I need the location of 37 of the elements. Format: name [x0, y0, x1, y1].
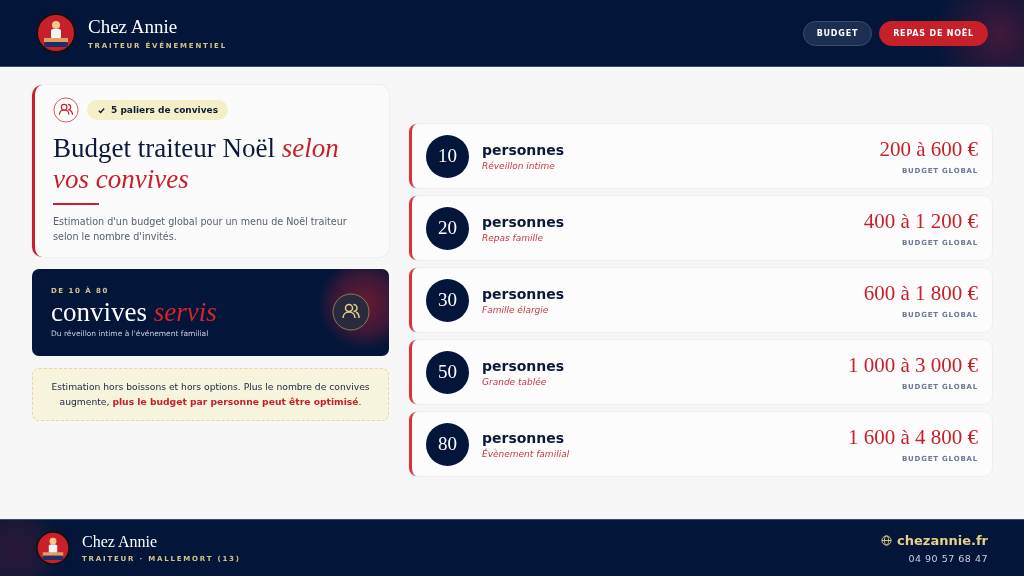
brand-name: Chez Annie	[88, 16, 179, 38]
globe-icon	[881, 534, 893, 546]
guest-count: 20	[426, 206, 469, 250]
guest-count: 30	[426, 278, 469, 322]
price-range: 200 à 600 €	[879, 137, 978, 162]
tier-occasion: Famille élargie	[482, 304, 550, 315]
tier-label: personnes	[482, 213, 566, 230]
tier-occasion: Évènement familial	[482, 448, 571, 459]
tier-label: personnes	[482, 357, 566, 374]
people-icon	[53, 97, 79, 123]
intro-text: Estimation d'un budget global pour un menu de Noël traiteur selon le nombre d'invités.	[53, 215, 348, 244]
tier-occasion: Repas famille	[482, 232, 545, 243]
tier-occasion: Grande tablée	[482, 376, 548, 387]
price-range: 400 à 1 200 €	[863, 209, 978, 234]
price-range: 1 000 à 3 000 €	[847, 353, 978, 378]
check-icon	[97, 105, 106, 115]
website-link[interactable]: chezannie.fr	[897, 532, 988, 548]
logo-icon	[36, 13, 76, 53]
page-title: Budget traiteur Noël selon vos convives	[53, 133, 340, 196]
nav-button[interactable]: REPAS DE NOËL	[879, 20, 988, 46]
tier-label: personnes	[482, 285, 566, 302]
phone-number: 04 90 57 68 47	[908, 552, 988, 564]
tier-count-badge: 5 paliers de convives	[87, 100, 228, 120]
tier-occasion: Réveillon intime	[482, 160, 556, 171]
guest-count: 50	[426, 350, 469, 394]
price-range: 600 à 1 800 €	[863, 281, 978, 306]
brand-name: Chez Annie	[82, 533, 159, 551]
price-range: 1 600 à 4 800 €	[847, 425, 978, 450]
estimate-note: Estimation hors boissons et hors options. Plus le nombre de convives augmente, plus le budget par personne peut être optimisé.	[32, 367, 389, 422]
guest-count: 80	[426, 422, 469, 466]
logo-icon	[36, 531, 70, 565]
nav-button[interactable]: BUDGET	[802, 20, 873, 46]
people-icon	[332, 293, 370, 332]
tier-label: personnes	[482, 141, 566, 158]
banner-title: convives servis	[51, 297, 217, 326]
guest-count: 10	[426, 134, 469, 178]
tier-label: personnes	[482, 429, 566, 446]
